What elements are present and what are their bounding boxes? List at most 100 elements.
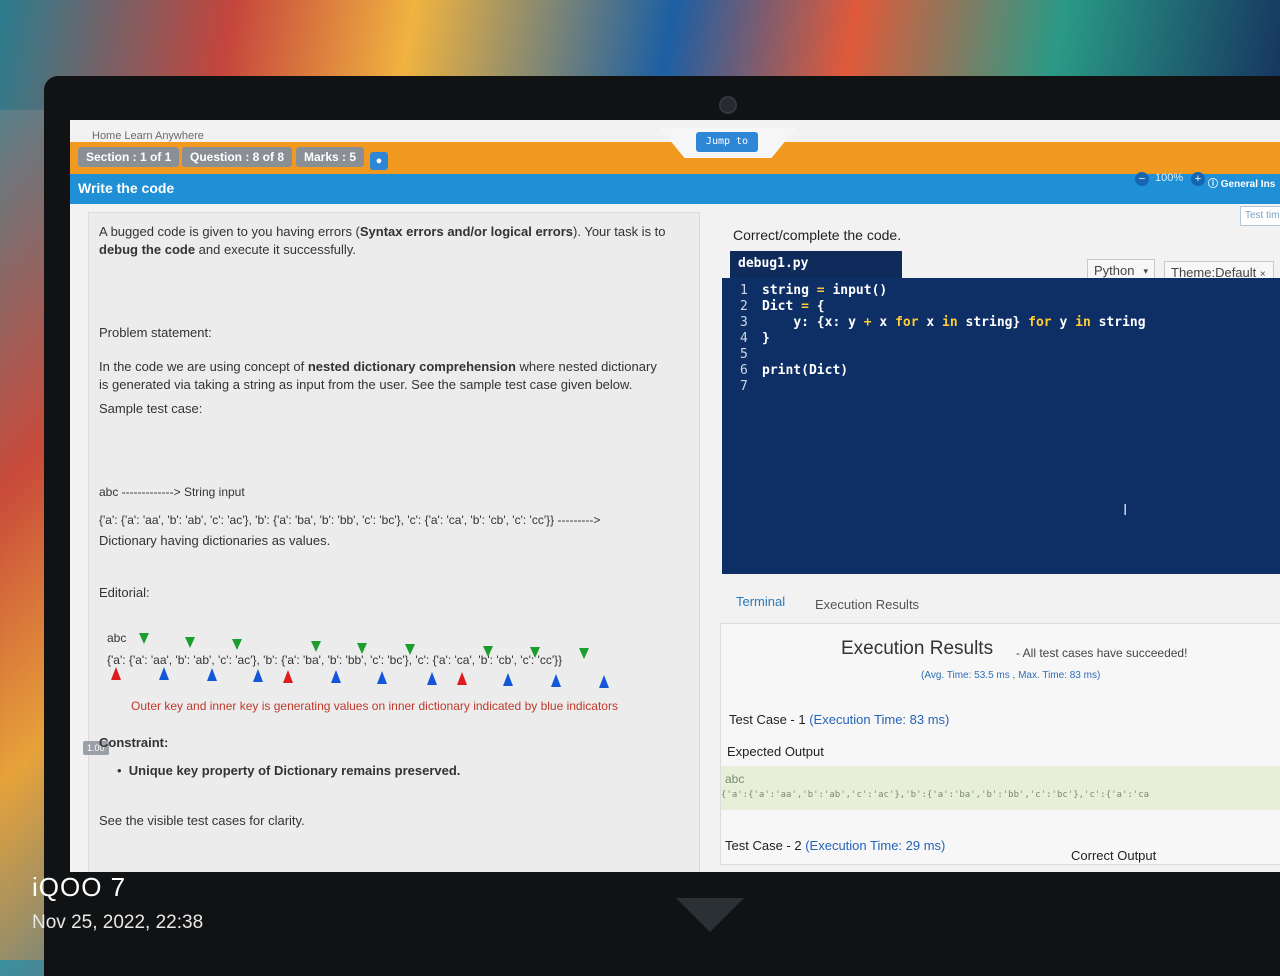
green-indicator-icon xyxy=(185,637,195,648)
editorial-caption: Outer key and inner key is generating va… xyxy=(131,699,618,713)
code-line-4[interactable]: 4} xyxy=(740,331,770,346)
constraint-item: • Unique key property of Dictionary rema… xyxy=(117,763,461,778)
line-number: 2 xyxy=(740,299,748,314)
green-indicator-icon xyxy=(483,646,493,657)
tab-execution-results[interactable]: Execution Results xyxy=(815,597,919,612)
results-subtitle: - All test cases have succeeded! xyxy=(1016,646,1188,660)
blue-indicator-icon xyxy=(253,669,263,682)
correct-output-label: Correct Output xyxy=(1071,848,1157,863)
test-time-box: Test tim xyxy=(1240,206,1280,226)
language-label: Python xyxy=(1094,263,1135,278)
line-number: 7 xyxy=(740,379,748,394)
camera-datetime-watermark: Nov 25, 2022, 22:38 xyxy=(32,912,204,933)
line-number: 5 xyxy=(740,347,748,362)
results-avg-time: (Avg. Time: 53.5 ms , Max. Time: 83 ms) xyxy=(921,670,1101,681)
intro-text-2: ). Your task is to xyxy=(573,224,666,239)
chat-icon[interactable]: ● xyxy=(370,152,388,170)
results-title: Execution Results xyxy=(841,638,994,659)
intro-bold-2: debug the code xyxy=(99,242,196,257)
sample-label: Sample test case: xyxy=(99,401,203,416)
general-instructions-label: General Ins xyxy=(1220,179,1276,190)
green-indicator-icon xyxy=(311,641,321,652)
code-line-7[interactable]: 7 xyxy=(740,379,762,394)
code-line-5[interactable]: 5 xyxy=(740,347,762,362)
blue-indicator-icon xyxy=(331,670,341,683)
sample-output: {'a': {'a': 'aa', 'b': 'ab', 'c': 'ac'},… xyxy=(99,513,601,527)
breadcrumb[interactable]: Home Learn Anywhere xyxy=(92,130,204,142)
expected-dict: {'a':{'a':'aa','b':'ab','c':'ac'},'b':{'… xyxy=(721,790,1150,800)
zoom-out-icon[interactable]: − xyxy=(1135,172,1149,186)
expected-output-label: Expected Output xyxy=(727,744,824,759)
camera-brand-watermark: iQOO 7 xyxy=(32,872,127,902)
zoom-level: 100% xyxy=(1155,172,1184,184)
title-bar xyxy=(70,174,1280,204)
intro-text: A bugged code is given to you having err… xyxy=(99,224,360,239)
page-title: Write the code xyxy=(78,180,175,196)
constraint-text: Unique key property of Dictionary remain… xyxy=(128,763,461,778)
statement-bold: nested dictionary comprehension xyxy=(307,359,516,374)
code-line-1[interactable]: 1 string = input() xyxy=(740,283,887,298)
execution-results-panel: Execution Results - All test cases have … xyxy=(720,623,1280,865)
sample-input: abc -------------> String input xyxy=(99,485,245,499)
code-heading: Correct/complete the code. xyxy=(733,227,902,243)
statement-text-3: is generated via taking a string as inpu… xyxy=(99,377,633,392)
code-line-2[interactable]: 2 Dict = { xyxy=(740,299,825,314)
test-case-2-time: (Execution Time: 29 ms) xyxy=(805,838,946,853)
blue-indicator-icon xyxy=(207,668,217,681)
general-instructions-link[interactable]: ⓘ General Ins xyxy=(1208,175,1275,190)
expected-output-box xyxy=(721,766,1280,810)
constraint-label: Constraint: xyxy=(99,735,169,750)
statement-text-2: where nested dictionary xyxy=(515,359,657,374)
tab-terminal[interactable]: Terminal xyxy=(736,594,785,609)
problem-intro: A bugged code is given to you having err… xyxy=(99,223,699,259)
problem-statement-label: Problem statement: xyxy=(99,325,212,340)
problem-panel: A bugged code is given to you having err… xyxy=(83,212,700,872)
line-number: 3 xyxy=(740,315,748,330)
test-case-1-time: (Execution Time: 83 ms) xyxy=(809,712,950,727)
problem-statement: In the code we are using concept of nest… xyxy=(99,358,699,394)
marks-pill: Marks : 5 xyxy=(296,147,365,167)
test-case-1[interactable]: Test Case - 1 (Execution Time: 83 ms) xyxy=(729,712,949,727)
expected-input: abc xyxy=(725,772,745,786)
code-line-6[interactable]: 6 print(Dict) xyxy=(740,363,848,378)
code-line-3[interactable]: 3 y: {x: y + x for x in string} for y in… xyxy=(740,315,1146,330)
blue-indicator-icon xyxy=(159,667,169,680)
text-cursor-icon: I xyxy=(1123,502,1128,519)
test-case-2[interactable]: Test Case - 2 (Execution Time: 29 ms) xyxy=(725,838,945,853)
question-pill[interactable]: Question : 8 of 8 xyxy=(182,147,293,167)
test-case-2-label: Test Case - 2 xyxy=(725,838,802,853)
red-indicator-icon xyxy=(283,670,293,683)
green-indicator-icon xyxy=(139,633,149,644)
editorial-dict: {'a': {'a': 'aa', 'b': 'ab', 'c': 'ac'},… xyxy=(107,653,563,667)
blue-indicator-icon xyxy=(427,672,437,685)
jump-to-button[interactable]: Jump to xyxy=(696,132,758,152)
webcam xyxy=(719,96,737,114)
blue-indicator-icon xyxy=(599,675,609,688)
zoom-in-icon[interactable]: + xyxy=(1191,172,1205,186)
green-indicator-icon xyxy=(405,644,415,655)
green-indicator-icon xyxy=(232,639,242,650)
red-indicator-icon xyxy=(457,672,467,685)
line-number: 6 xyxy=(740,363,748,378)
sample-output-desc: Dictionary having dictionaries as values… xyxy=(99,533,331,548)
code-editor[interactable]: 1 string = input() 2 Dict = { 3 y: {x: y +… xyxy=(722,278,1280,574)
screen: Home Learn Anywhere Section : 1 of 1 Que… xyxy=(70,120,1280,872)
editorial-label: Editorial: xyxy=(99,585,150,600)
blue-indicator-icon xyxy=(377,671,387,684)
blue-indicator-icon xyxy=(503,673,513,686)
line-number: 4 xyxy=(740,331,748,346)
red-indicator-icon xyxy=(111,667,121,680)
editorial-abc: abc xyxy=(107,631,127,645)
intro-bold: Syntax errors and/or logical errors xyxy=(359,224,574,239)
statement-text: In the code we are using concept of xyxy=(99,359,308,374)
green-indicator-icon xyxy=(530,647,540,658)
test-case-1-label: Test Case - 1 xyxy=(729,712,806,727)
line-number: 1 xyxy=(740,283,748,298)
file-tab[interactable]: debug1.py xyxy=(730,251,902,281)
green-indicator-icon xyxy=(579,648,589,659)
section-pill[interactable]: Section : 1 of 1 xyxy=(78,147,180,167)
see-visible-text: See the visible test cases for clarity. xyxy=(99,813,305,828)
green-indicator-icon xyxy=(357,643,367,654)
chevron-down-icon xyxy=(676,898,744,932)
blue-indicator-icon xyxy=(551,674,561,687)
